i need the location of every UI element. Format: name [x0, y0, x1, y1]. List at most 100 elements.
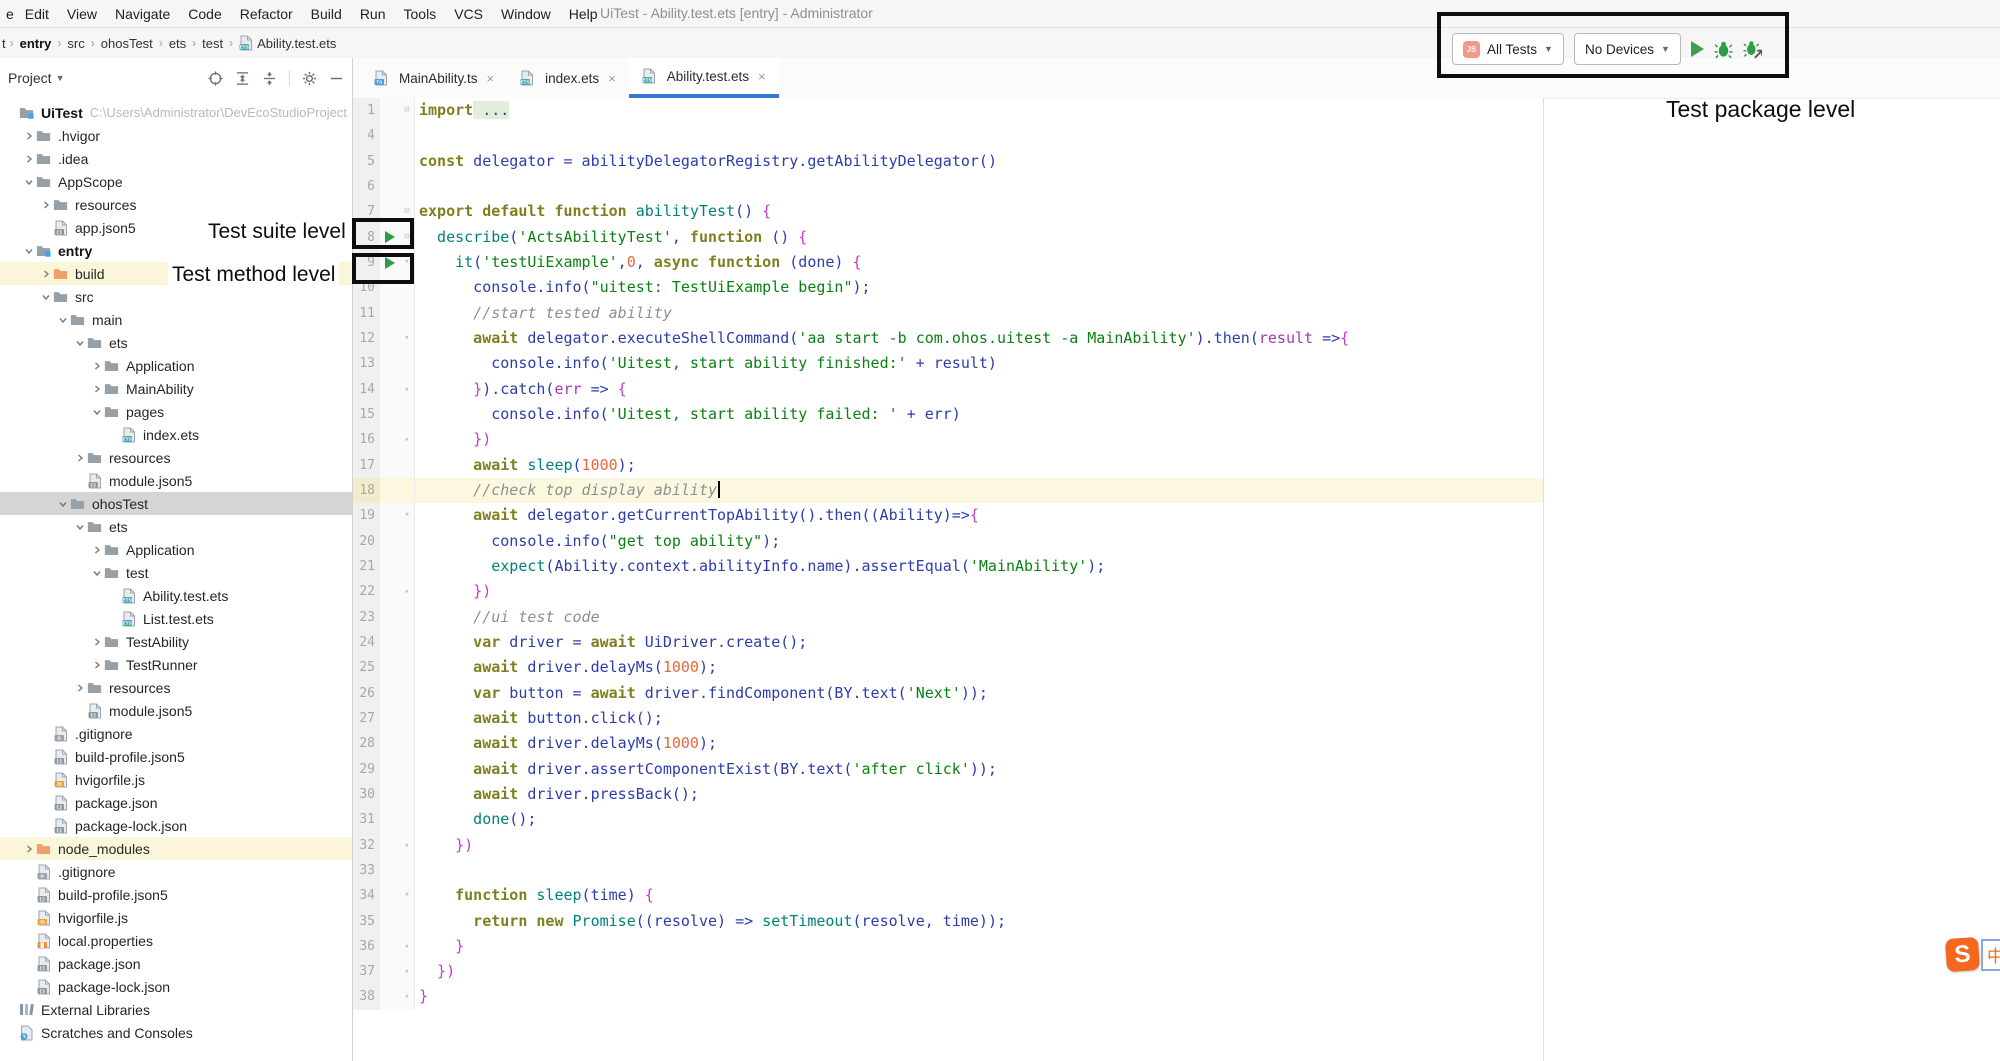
fold-marker-icon[interactable]: ▾	[400, 883, 415, 908]
chevron-closed-icon[interactable]	[21, 844, 36, 854]
menu-run[interactable]: Run	[351, 6, 395, 22]
tree-item-resources[interactable]: resources	[0, 676, 352, 699]
close-icon[interactable]: ×	[485, 71, 495, 86]
fold-marker-icon[interactable]: ▴	[400, 833, 415, 858]
tree-item--idea[interactable]: .idea	[0, 147, 352, 170]
project-panel-title[interactable]: Project	[8, 70, 52, 86]
menu-navigate[interactable]: Navigate	[106, 6, 179, 22]
tree-item-appscope[interactable]: AppScope	[0, 170, 352, 193]
tree-item-index-ets[interactable]: ETSindex.ets	[0, 423, 352, 446]
breadcrumb-item-src[interactable]: src	[65, 36, 86, 51]
tree-item--gitignore[interactable]: ⊘.gitignore	[0, 722, 352, 745]
chevron-open-icon[interactable]	[72, 522, 87, 532]
tree-item-application[interactable]: Application	[0, 538, 352, 561]
chevron-closed-icon[interactable]	[38, 200, 53, 210]
breadcrumb-item-test[interactable]: test	[200, 36, 225, 51]
tree-item-pages[interactable]: pages	[0, 400, 352, 423]
chevron-closed-icon[interactable]	[38, 269, 53, 279]
menu-tools[interactable]: Tools	[395, 6, 446, 22]
tab-mainability-ts[interactable]: TSMainAbility.ts×	[361, 58, 507, 98]
menu-view[interactable]: View	[58, 6, 106, 22]
chevron-closed-icon[interactable]	[21, 154, 36, 164]
fold-marker-icon[interactable]: ▴	[400, 984, 415, 1009]
menu-window[interactable]: Window	[492, 6, 560, 22]
tree-item-list-test-ets[interactable]: ETSList.test.ets	[0, 607, 352, 630]
fold-marker-icon[interactable]: ▴	[400, 377, 415, 402]
tree-item-test[interactable]: test	[0, 561, 352, 584]
expand-all-icon[interactable]	[235, 71, 250, 86]
tree-item-package-lock-json[interactable]: {;}package-lock.json	[0, 814, 352, 837]
tree-item-ets[interactable]: ets	[0, 515, 352, 538]
tab-ability-test-ets[interactable]: ETSAbility.test.ets×	[629, 58, 779, 98]
chevron-closed-icon[interactable]	[89, 361, 104, 371]
tree-item-ets[interactable]: ets	[0, 331, 352, 354]
menu-code[interactable]: Code	[179, 6, 230, 22]
fold-marker-icon[interactable]: ▴	[400, 934, 415, 959]
tree-item-package-json[interactable]: {;}package.json	[0, 791, 352, 814]
fold-marker-icon[interactable]: ▾	[400, 503, 415, 528]
tree-item-hvigorfile-js[interactable]: JShvigorfile.js	[0, 768, 352, 791]
hide-panel-icon[interactable]	[329, 71, 344, 86]
chevron-open-icon[interactable]	[21, 177, 36, 187]
tree-item-hvigorfile-js[interactable]: JShvigorfile.js	[0, 906, 352, 929]
breadcrumb-item-ability.test.ets[interactable]: ETSAbility.test.ets	[237, 35, 338, 51]
gear-icon[interactable]	[302, 71, 317, 86]
tree-item-mainability[interactable]: MainAbility	[0, 377, 352, 400]
locate-file-icon[interactable]	[208, 71, 223, 86]
chevron-closed-icon[interactable]	[89, 660, 104, 670]
menu-build[interactable]: Build	[302, 6, 351, 22]
chevron-closed-icon[interactable]	[89, 384, 104, 394]
tree-item--hvigor[interactable]: .hvigor	[0, 124, 352, 147]
tree-item-main[interactable]: main	[0, 308, 352, 331]
tree-item-src[interactable]: src	[0, 285, 352, 308]
menu-refactor[interactable]: Refactor	[231, 6, 302, 22]
tree-item-resources[interactable]: resources	[0, 446, 352, 469]
fold-marker-icon[interactable]: ⊟	[400, 98, 415, 123]
ime-widget[interactable]: S 中	[1946, 938, 2000, 971]
tree-item-local-properties[interactable]: ▐▌local.properties	[0, 929, 352, 952]
chevron-open-icon[interactable]	[89, 407, 104, 417]
chevron-down-icon[interactable]: ▼	[56, 73, 65, 83]
fold-marker-icon[interactable]: ▾	[400, 326, 415, 351]
breadcrumb-item-ets[interactable]: ets	[167, 36, 188, 51]
tree-item-testability[interactable]: TestAbility	[0, 630, 352, 653]
tab-index-ets[interactable]: ETSindex.ets×	[507, 58, 629, 98]
chevron-closed-icon[interactable]	[89, 545, 104, 555]
chevron-open-icon[interactable]	[38, 292, 53, 302]
tree-item-scratches-and-consoles[interactable]: Scratches and Consoles	[0, 1021, 352, 1044]
tree-item-module-json5[interactable]: {;}module.json5	[0, 469, 352, 492]
tree-item-testrunner[interactable]: TestRunner	[0, 653, 352, 676]
breadcrumb-item-ohostest[interactable]: ohosTest	[99, 36, 155, 51]
tree-item--gitignore[interactable]: ⊘.gitignore	[0, 860, 352, 883]
tree-item-build-profile-json5[interactable]: {;}build-profile.json5	[0, 883, 352, 906]
chevron-closed-icon[interactable]	[89, 637, 104, 647]
menu-edit[interactable]: Edit	[16, 6, 58, 22]
chevron-closed-icon[interactable]	[21, 131, 36, 141]
ime-lang-indicator[interactable]: 中	[1981, 939, 2000, 971]
menu-vcs[interactable]: VCS	[445, 6, 492, 22]
tree-item-uitest[interactable]: UiTestC:\Users\Administrator\DevEcoStudi…	[0, 101, 352, 124]
tree-item-build-profile-json5[interactable]: {;}build-profile.json5	[0, 745, 352, 768]
tree-item-external-libraries[interactable]: External Libraries	[0, 998, 352, 1021]
collapse-all-icon[interactable]	[262, 71, 277, 86]
menu-partial[interactable]: e	[0, 6, 16, 22]
chevron-open-icon[interactable]	[72, 338, 87, 348]
tree-item-package-json[interactable]: {;}package.json	[0, 952, 352, 975]
tree-item-ability-test-ets[interactable]: ETSAbility.test.ets	[0, 584, 352, 607]
chevron-closed-icon[interactable]	[72, 453, 87, 463]
chevron-open-icon[interactable]	[21, 246, 36, 256]
close-icon[interactable]: ×	[606, 71, 616, 86]
chevron-closed-icon[interactable]	[72, 683, 87, 693]
chevron-open-icon[interactable]	[55, 499, 70, 509]
fold-marker-icon[interactable]: ▴	[400, 579, 415, 604]
chevron-open-icon[interactable]	[55, 315, 70, 325]
breadcrumb-item-entry[interactable]: entry	[18, 36, 54, 51]
tree-item-resources[interactable]: resources	[0, 193, 352, 216]
ime-logo[interactable]: S	[1945, 937, 1980, 972]
fold-marker-icon[interactable]: ▴	[400, 959, 415, 984]
tree-item-package-lock-json[interactable]: {;}package-lock.json	[0, 975, 352, 998]
tree-item-node-modules[interactable]: node_modules	[0, 837, 352, 860]
tree-item-application[interactable]: Application	[0, 354, 352, 377]
fold-marker-icon[interactable]: ▴	[400, 427, 415, 452]
tree-item-ohostest[interactable]: ohosTest	[0, 492, 352, 515]
